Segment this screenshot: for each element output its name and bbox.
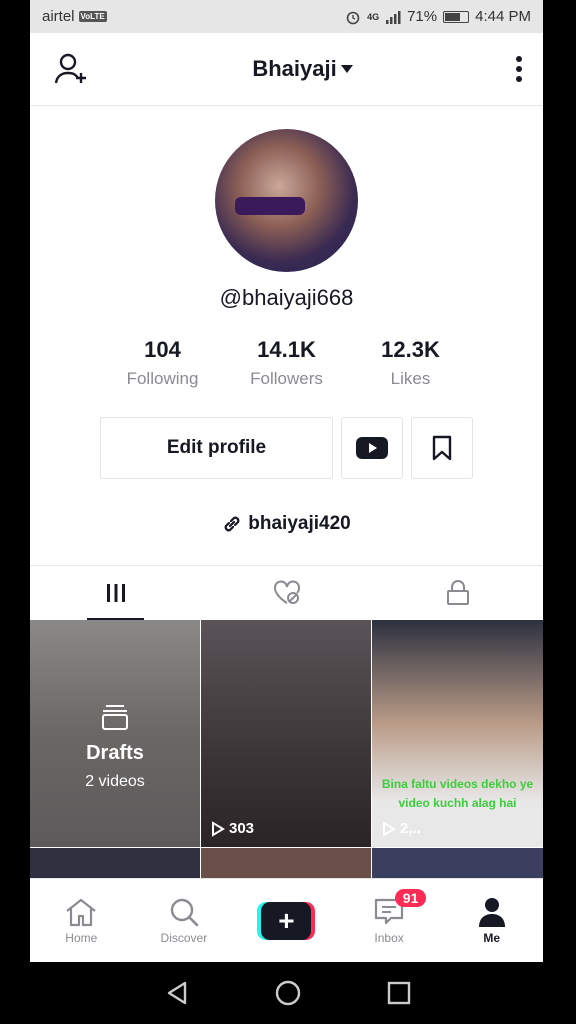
hidden-heart-icon <box>273 580 300 604</box>
nav-create[interactable]: + <box>235 901 338 940</box>
nav-label: Home <box>65 930 98 945</box>
nav-label: Inbox <box>374 930 404 945</box>
more-options-icon[interactable] <box>515 55 523 83</box>
favorites-button[interactable] <box>411 417 473 479</box>
play-icon <box>383 820 396 837</box>
stat-label: Following <box>126 369 199 388</box>
profile-actions: Edit profile <box>30 417 543 479</box>
link-icon <box>224 516 240 532</box>
video-tile[interactable]: Bina faltu videos dekho ye video kuchh a… <box>372 620 543 847</box>
view-count: 2,.. <box>382 820 421 837</box>
android-nav-bar <box>0 962 576 1024</box>
view-count-value: 2,.. <box>400 820 421 837</box>
tiktok-profile-screen: airtel VoLTE 4G 71% 4:44 PM Bhaiyaji @bh… <box>30 0 543 962</box>
view-count-value: 303 <box>229 820 255 837</box>
edit-profile-button[interactable]: Edit profile <box>100 417 333 479</box>
create-button[interactable]: + <box>257 901 316 940</box>
search-icon <box>170 898 199 926</box>
stat-value: 14.1K <box>257 337 316 362</box>
youtube-button[interactable] <box>341 417 403 479</box>
nav-inbox[interactable]: 91 Inbox <box>338 888 441 945</box>
battery-icon <box>443 10 470 23</box>
tab-liked[interactable] <box>201 566 372 620</box>
drafts-overlay: Drafts 2 videos <box>30 620 200 847</box>
stat-following[interactable]: 104 Following <box>101 337 225 389</box>
stat-likes[interactable]: 12.3K Likes <box>349 337 473 389</box>
stats-row: 104 Following 14.1K Followers 12.3K Like… <box>30 337 543 389</box>
bio-link[interactable]: bhaiyaji420 <box>30 513 543 535</box>
home-icon <box>66 898 96 926</box>
network-type: 4G <box>367 11 380 22</box>
video-caption: Bina faltu videos dekho ye video kuchh a… <box>381 777 534 810</box>
plus-icon: + <box>261 901 312 940</box>
inbox-badge: 91 <box>394 888 427 907</box>
add-friend-icon[interactable] <box>54 53 90 85</box>
video-tile[interactable]: 303 <box>201 620 371 847</box>
avatar[interactable] <box>215 129 358 272</box>
volte-badge: VoLTE <box>78 11 107 22</box>
caret-down-icon <box>340 65 353 73</box>
lock-icon <box>446 580 469 605</box>
grid-icon <box>106 584 125 602</box>
back-icon[interactable] <box>165 980 189 1006</box>
clock: 4:44 PM <box>475 8 531 25</box>
alarm-icon <box>346 11 360 24</box>
username: @bhaiyaji668 <box>219 285 354 310</box>
profile-tabs <box>30 565 543 620</box>
carrier-label: airtel <box>42 8 75 25</box>
nav-label: Me <box>483 930 500 945</box>
status-bar: airtel VoLTE 4G 71% 4:44 PM <box>30 0 543 33</box>
stat-value: 104 <box>144 337 181 362</box>
drafts-tile[interactable]: Drafts 2 videos <box>30 620 200 847</box>
play-icon <box>212 820 225 837</box>
home-circle-icon[interactable] <box>275 980 301 1006</box>
nav-label: Discover <box>160 930 208 945</box>
stat-label: Likes <box>390 369 431 388</box>
drafts-box-icon <box>102 705 128 730</box>
bookmark-icon <box>432 435 452 461</box>
page-title: Bhaiyaji <box>252 56 337 81</box>
stat-label: Followers <box>250 369 323 388</box>
stat-value: 12.3K <box>381 337 440 362</box>
drafts-count: 2 videos <box>85 773 145 790</box>
nav-discover[interactable]: Discover <box>133 897 236 945</box>
link-text: bhaiyaji420 <box>248 513 351 534</box>
nav-me[interactable]: Me <box>440 897 543 945</box>
youtube-icon <box>356 437 388 459</box>
view-count: 303 <box>211 820 254 837</box>
stat-followers[interactable]: 14.1K Followers <box>225 337 349 389</box>
profile-header: Bhaiyaji <box>30 33 543 106</box>
person-icon <box>478 897 505 927</box>
video-grid: Drafts 2 videos 303 Bina faltu videos de… <box>30 620 543 888</box>
tab-private[interactable] <box>372 566 543 620</box>
nav-home[interactable]: Home <box>30 897 133 945</box>
account-switcher[interactable]: Bhaiyaji <box>252 56 353 82</box>
battery-percent: 71% <box>407 8 438 25</box>
signal-icon <box>386 10 401 24</box>
drafts-title: Drafts <box>86 742 144 764</box>
bottom-nav: Home Discover + 91 Inbox Me <box>30 878 543 962</box>
recents-icon[interactable] <box>387 981 411 1005</box>
tab-videos[interactable] <box>30 566 201 620</box>
